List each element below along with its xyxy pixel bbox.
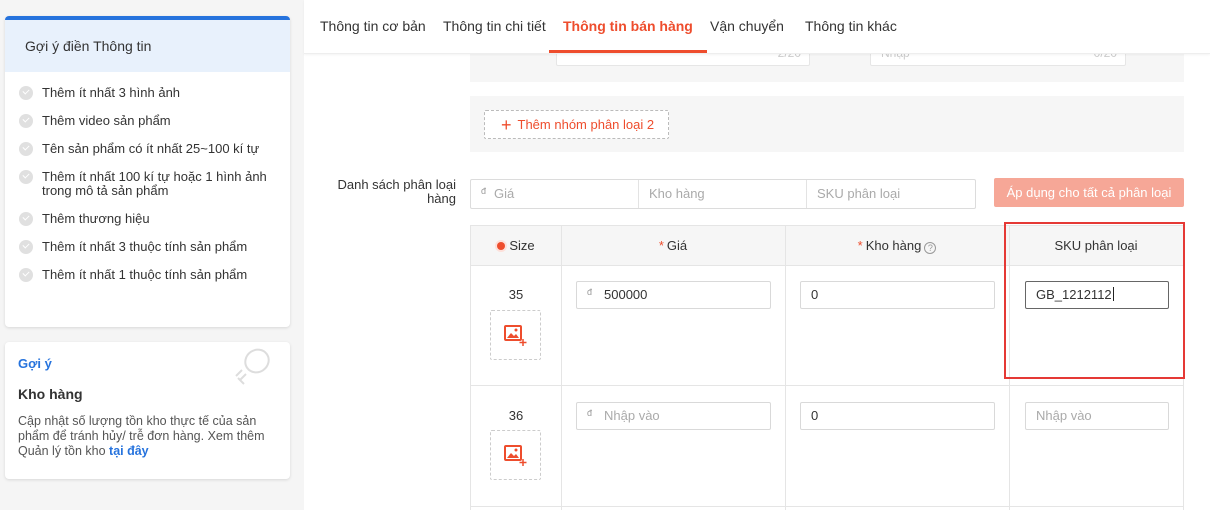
row-divider xyxy=(471,506,1183,507)
header-price: * Giá xyxy=(561,226,785,266)
check-circle-icon xyxy=(19,268,33,282)
help-icon[interactable]: ? xyxy=(924,242,937,254)
batch-stock-input[interactable]: Kho hàng xyxy=(639,180,807,208)
hint-card: Gợi ý Kho hàng Cập nhật số lượng tồn kho… xyxy=(5,342,290,479)
tip-text: Thêm ít nhất 3 thuộc tính sản phẩm xyxy=(42,239,248,254)
column-divider xyxy=(561,226,562,510)
currency-symbol: đ xyxy=(481,186,487,196)
tip-text: Thêm video sản phẩm xyxy=(42,113,171,128)
input-placeholder: Giá xyxy=(494,186,515,201)
input-placeholder: Nhập vào xyxy=(604,408,660,423)
tip-text: Thêm ít nhất 100 kí tự hoặc 1 hình ảnh t… xyxy=(42,169,267,198)
tips-card: Gợi ý điền Thông tin Thêm ít nhất 3 hình… xyxy=(5,16,290,327)
tip-item: Thêm ít nhất 100 kí tự hoặc 1 hình ảnh t… xyxy=(19,170,290,212)
price-value: 500000 xyxy=(604,287,648,302)
tab-basic-info[interactable]: Thông tin cơ bản xyxy=(306,0,440,52)
tip-text: Tên sản phẩm có ít nhất 25~100 kí tự xyxy=(42,141,260,156)
tips-card-header: Gợi ý điền Thông tin xyxy=(5,20,290,72)
header-label: Giá xyxy=(666,238,688,253)
header-label: Size xyxy=(509,238,535,253)
tip-item: Thêm ít nhất 3 thuộc tính sản phẩm xyxy=(19,240,290,268)
tab-bar: Thông tin cơ bản Thông tin chi tiết Thôn… xyxy=(304,0,1210,54)
lightbulb-icon xyxy=(235,348,270,385)
header-label: Kho hàng xyxy=(865,238,922,253)
tip-text: Thêm ít nhất 1 thuộc tính sản phẩm xyxy=(42,267,248,282)
stock-input[interactable]: 0 xyxy=(800,402,995,430)
check-circle-icon xyxy=(19,114,33,128)
required-asterisk: * xyxy=(658,238,664,253)
main-panel: Thông tin cơ bản Thông tin chi tiết Thôn… xyxy=(304,0,1210,510)
check-circle-icon xyxy=(19,142,33,156)
input-placeholder: SKU phân loại xyxy=(817,186,901,201)
tip-text: Thêm ít nhất 3 hình ảnh xyxy=(42,85,181,100)
hint-body: Cập nhật số lượng tồn kho thực tế của sả… xyxy=(18,414,277,459)
header-stock: * Kho hàng? xyxy=(785,226,1009,266)
header-size: Size xyxy=(471,226,561,266)
tip-item: Thêm ít nhất 3 hình ảnh xyxy=(19,86,290,114)
hint-subtitle: Kho hàng xyxy=(18,386,83,402)
input-placeholder: Kho hàng xyxy=(649,186,705,201)
highlight-box xyxy=(1004,222,1185,379)
stock-input[interactable]: 0 xyxy=(800,281,995,309)
tip-text: Thêm thương hiệu xyxy=(42,211,150,226)
tip-item: Thêm thương hiệu xyxy=(19,212,290,240)
batch-edit-group: đ Giá Kho hàng SKU phân loại xyxy=(470,179,976,209)
add-image-icon xyxy=(504,445,527,466)
required-asterisk: * xyxy=(857,238,863,253)
tab-detail-info[interactable]: Thông tin chi tiết xyxy=(429,0,560,52)
price-input[interactable]: đ 500000 xyxy=(576,281,771,309)
batch-price-input[interactable]: đ Giá xyxy=(471,180,639,208)
check-circle-icon xyxy=(19,170,33,184)
currency-symbol: đ xyxy=(587,408,593,418)
check-circle-icon xyxy=(19,212,33,226)
variant-image-upload[interactable] xyxy=(490,430,541,480)
tips-list: Thêm ít nhất 3 hình ảnh Thêm video sản p… xyxy=(5,72,290,296)
column-divider xyxy=(785,226,786,510)
check-circle-icon xyxy=(19,240,33,254)
price-input[interactable]: đ Nhập vào xyxy=(576,402,771,430)
check-circle-icon xyxy=(19,86,33,100)
currency-symbol: đ xyxy=(587,287,593,297)
batch-sku-input[interactable]: SKU phân loại xyxy=(807,180,975,208)
tab-sales-info[interactable]: Thông tin bán hàng xyxy=(549,0,707,53)
tip-item: Tên sản phẩm có ít nhất 25~100 kí tự xyxy=(19,142,290,170)
size-value: 35 xyxy=(508,287,524,302)
tip-item: Thêm video sản phẩm xyxy=(19,114,290,142)
size-value: 36 xyxy=(508,408,524,423)
row-divider xyxy=(471,385,1183,386)
tab-other-info[interactable]: Thông tin khác xyxy=(791,0,911,52)
apply-to-all-button[interactable]: Áp dụng cho tất cả phân loại xyxy=(994,178,1184,207)
tab-shipping[interactable]: Vận chuyển xyxy=(696,0,798,52)
variant-list-label: Danh sách phân loại hàng xyxy=(337,177,456,206)
add-image-icon xyxy=(504,325,527,346)
sku-input[interactable]: Nhập vào xyxy=(1025,402,1169,430)
variant-image-upload[interactable] xyxy=(490,310,541,360)
left-panel: Gợi ý điền Thông tin Thêm ít nhất 3 hình… xyxy=(0,0,296,510)
tip-item: Thêm ít nhất 1 thuộc tính sản phẩm xyxy=(19,268,290,296)
add-variant-group-button[interactable]: + Thêm nhóm phân loại 2 xyxy=(484,110,669,139)
plus-icon: + xyxy=(501,114,512,135)
required-dot-icon xyxy=(497,242,506,250)
hint-link[interactable]: tại đây xyxy=(109,444,149,458)
add-variant-group-label: Thêm nhóm phân loại 2 xyxy=(517,117,655,132)
